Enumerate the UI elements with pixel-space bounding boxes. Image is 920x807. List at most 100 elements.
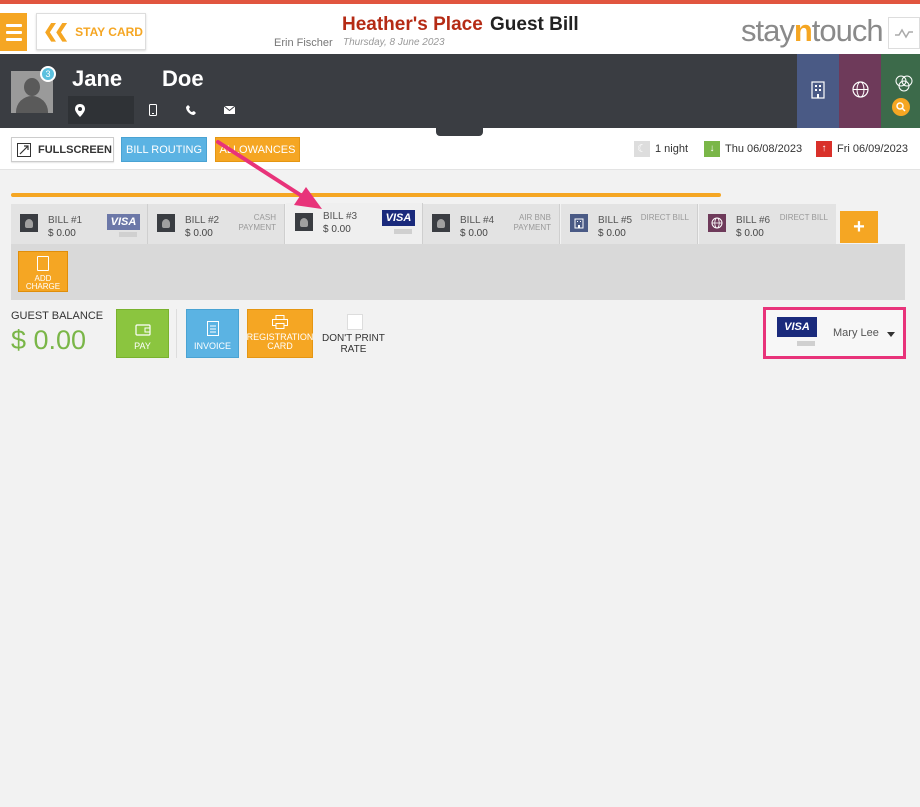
add-charge-button[interactable]: ADD CHARGE xyxy=(18,251,68,292)
stayntouch-logo: stayntouch xyxy=(741,13,884,48)
mobile-phone-icon xyxy=(149,104,157,116)
bill-payment-type: CASH PAYMENT xyxy=(238,213,276,232)
phone-button[interactable] xyxy=(172,96,210,124)
guest-first-name: Jane xyxy=(72,66,123,91)
registration-label: CARD xyxy=(267,341,293,351)
bill-tab-1[interactable]: BILL #1 $ 0.00 VISA xyxy=(11,204,148,244)
mobile-phone-button[interactable] xyxy=(134,96,172,124)
guest-icon xyxy=(157,214,175,232)
calculator-icon xyxy=(37,256,49,271)
add-charge-label: CHARGE xyxy=(25,282,61,291)
bill-amount: $ 0.00 xyxy=(323,224,351,235)
building-icon xyxy=(570,214,588,232)
guest-count-badge: 3 xyxy=(40,66,56,82)
arrival-date: Thu 06/08/2023 xyxy=(725,142,803,155)
guest-icon xyxy=(295,213,313,231)
allowances-button[interactable]: ALLOWANCES xyxy=(215,137,300,162)
pay-button[interactable]: PAY xyxy=(116,309,169,358)
nights-count: 1 night xyxy=(655,142,689,155)
payment-card-dropdown[interactable]: VISA Mary Lee xyxy=(763,307,906,359)
bill-tab-5[interactable]: BILL #5 $ 0.00 DIRECT BILL xyxy=(561,204,698,244)
fullscreen-button[interactable]: FULLSCREEN xyxy=(11,137,114,162)
stay-card-label: STAY CARD xyxy=(75,24,143,39)
globe-icon xyxy=(708,214,726,232)
bill-amount: $ 0.00 xyxy=(185,228,213,239)
page-title: Guest Bill xyxy=(490,14,579,35)
bill-name: BILL #4 xyxy=(460,215,495,226)
top-header: ❮❮ STAY CARD Heather's Place Guest Bill … xyxy=(0,4,920,54)
activity-log-button[interactable] xyxy=(888,17,920,49)
email-icon xyxy=(223,106,235,114)
chevron-down-icon xyxy=(887,332,895,337)
circles-icon xyxy=(895,75,913,92)
phone-icon xyxy=(186,105,196,115)
hotel-name: Heather's Place xyxy=(342,14,483,35)
bill-tab-3[interactable]: BILL #3 $ 0.00 VISA xyxy=(286,203,423,244)
header-collapse-handle[interactable] xyxy=(436,128,483,136)
card-holder-name: Mary Lee xyxy=(833,327,879,339)
visa-card-icon: VISA xyxy=(107,214,140,230)
bill-amount: $ 0.00 xyxy=(736,228,764,239)
bill-payment-type: DIRECT BILL xyxy=(640,213,689,222)
bill-name: BILL #1 xyxy=(48,215,83,226)
search-icon[interactable] xyxy=(892,98,910,116)
guest-last-name: Doe xyxy=(162,66,204,91)
guest-icon xyxy=(432,214,450,232)
masked-card-number xyxy=(119,232,137,237)
globe-icon xyxy=(852,81,869,98)
side-tab-loyalty[interactable] xyxy=(881,54,920,128)
bill-routing-button[interactable]: BILL ROUTING xyxy=(121,137,207,162)
departure-info: ↑ Fri 06/09/2023 xyxy=(816,140,908,157)
bill-amount: $ 0.00 xyxy=(598,228,626,239)
side-tab-web[interactable] xyxy=(839,54,881,128)
location-field[interactable] xyxy=(68,96,134,124)
bill-progress-bar xyxy=(11,193,721,197)
bill-name: BILL #2 xyxy=(185,215,220,226)
arrival-info: ↓ Thu 06/08/2023 xyxy=(704,140,802,157)
guest-header: 3 Jane Doe xyxy=(0,54,920,128)
stay-card-back-button[interactable]: ❮❮ STAY CARD xyxy=(36,13,146,50)
pay-label: PAY xyxy=(134,341,151,351)
location-pin-icon xyxy=(75,103,85,117)
email-button[interactable] xyxy=(210,96,248,124)
dont-print-rate-checkbox[interactable] xyxy=(347,314,363,330)
masked-card-number xyxy=(394,229,412,234)
expand-icon xyxy=(17,142,31,157)
guest-balance-label: GUEST BALANCE xyxy=(11,310,104,322)
departure-date: Fri 06/09/2023 xyxy=(837,142,908,155)
bill-payment-type: DIRECT BILL xyxy=(779,213,828,222)
business-date: Thursday, 8 June 2023 xyxy=(343,37,445,48)
bill-payment-type: AIR BNB PAYMENT xyxy=(513,213,551,232)
bill-tabs: BILL #1 $ 0.00 VISA BILL #2 $ 0.00 CASH … xyxy=(11,203,837,244)
bill-tab-4[interactable]: BILL #4 $ 0.00 AIR BNB PAYMENT xyxy=(423,204,560,244)
document-icon xyxy=(206,321,219,336)
arrow-up-icon: ↑ xyxy=(816,140,832,157)
dont-print-rate-label: DON'T PRINT RATE xyxy=(322,333,385,355)
bill-name: BILL #6 xyxy=(736,215,771,226)
invoice-label: INVOICE xyxy=(193,341,231,351)
fullscreen-label: FULLSCREEN xyxy=(38,143,112,156)
guest-balance-value: $ 0.00 xyxy=(11,325,87,355)
guest-contact-row xyxy=(68,96,248,124)
user-name: Erin Fischer xyxy=(274,37,333,49)
registration-card-button[interactable]: REGISTRATION CARD xyxy=(247,309,313,358)
arrow-down-icon: ↓ xyxy=(704,140,720,157)
add-bill-button[interactable]: + xyxy=(840,211,878,243)
moon-icon: ☾ xyxy=(634,140,650,157)
visa-card-icon: VISA xyxy=(777,317,817,337)
side-tab-room[interactable] xyxy=(797,54,839,128)
building-icon xyxy=(811,81,825,99)
guest-icon xyxy=(20,214,38,232)
double-chevron-left-icon: ❮❮ xyxy=(43,21,69,41)
divider xyxy=(176,309,177,358)
wallet-icon xyxy=(134,324,151,336)
invoice-button[interactable]: INVOICE xyxy=(186,309,239,358)
masked-card-number xyxy=(797,341,815,346)
bill-tab-6[interactable]: BILL #6 $ 0.00 DIRECT BILL xyxy=(699,204,836,244)
menu-button[interactable] xyxy=(0,13,27,51)
visa-card-icon: VISA xyxy=(382,210,415,226)
bill-amount: $ 0.00 xyxy=(460,228,488,239)
bill-amount: $ 0.00 xyxy=(48,228,76,239)
bill-tab-2[interactable]: BILL #2 $ 0.00 CASH PAYMENT xyxy=(148,204,285,244)
printer-icon xyxy=(272,315,288,329)
